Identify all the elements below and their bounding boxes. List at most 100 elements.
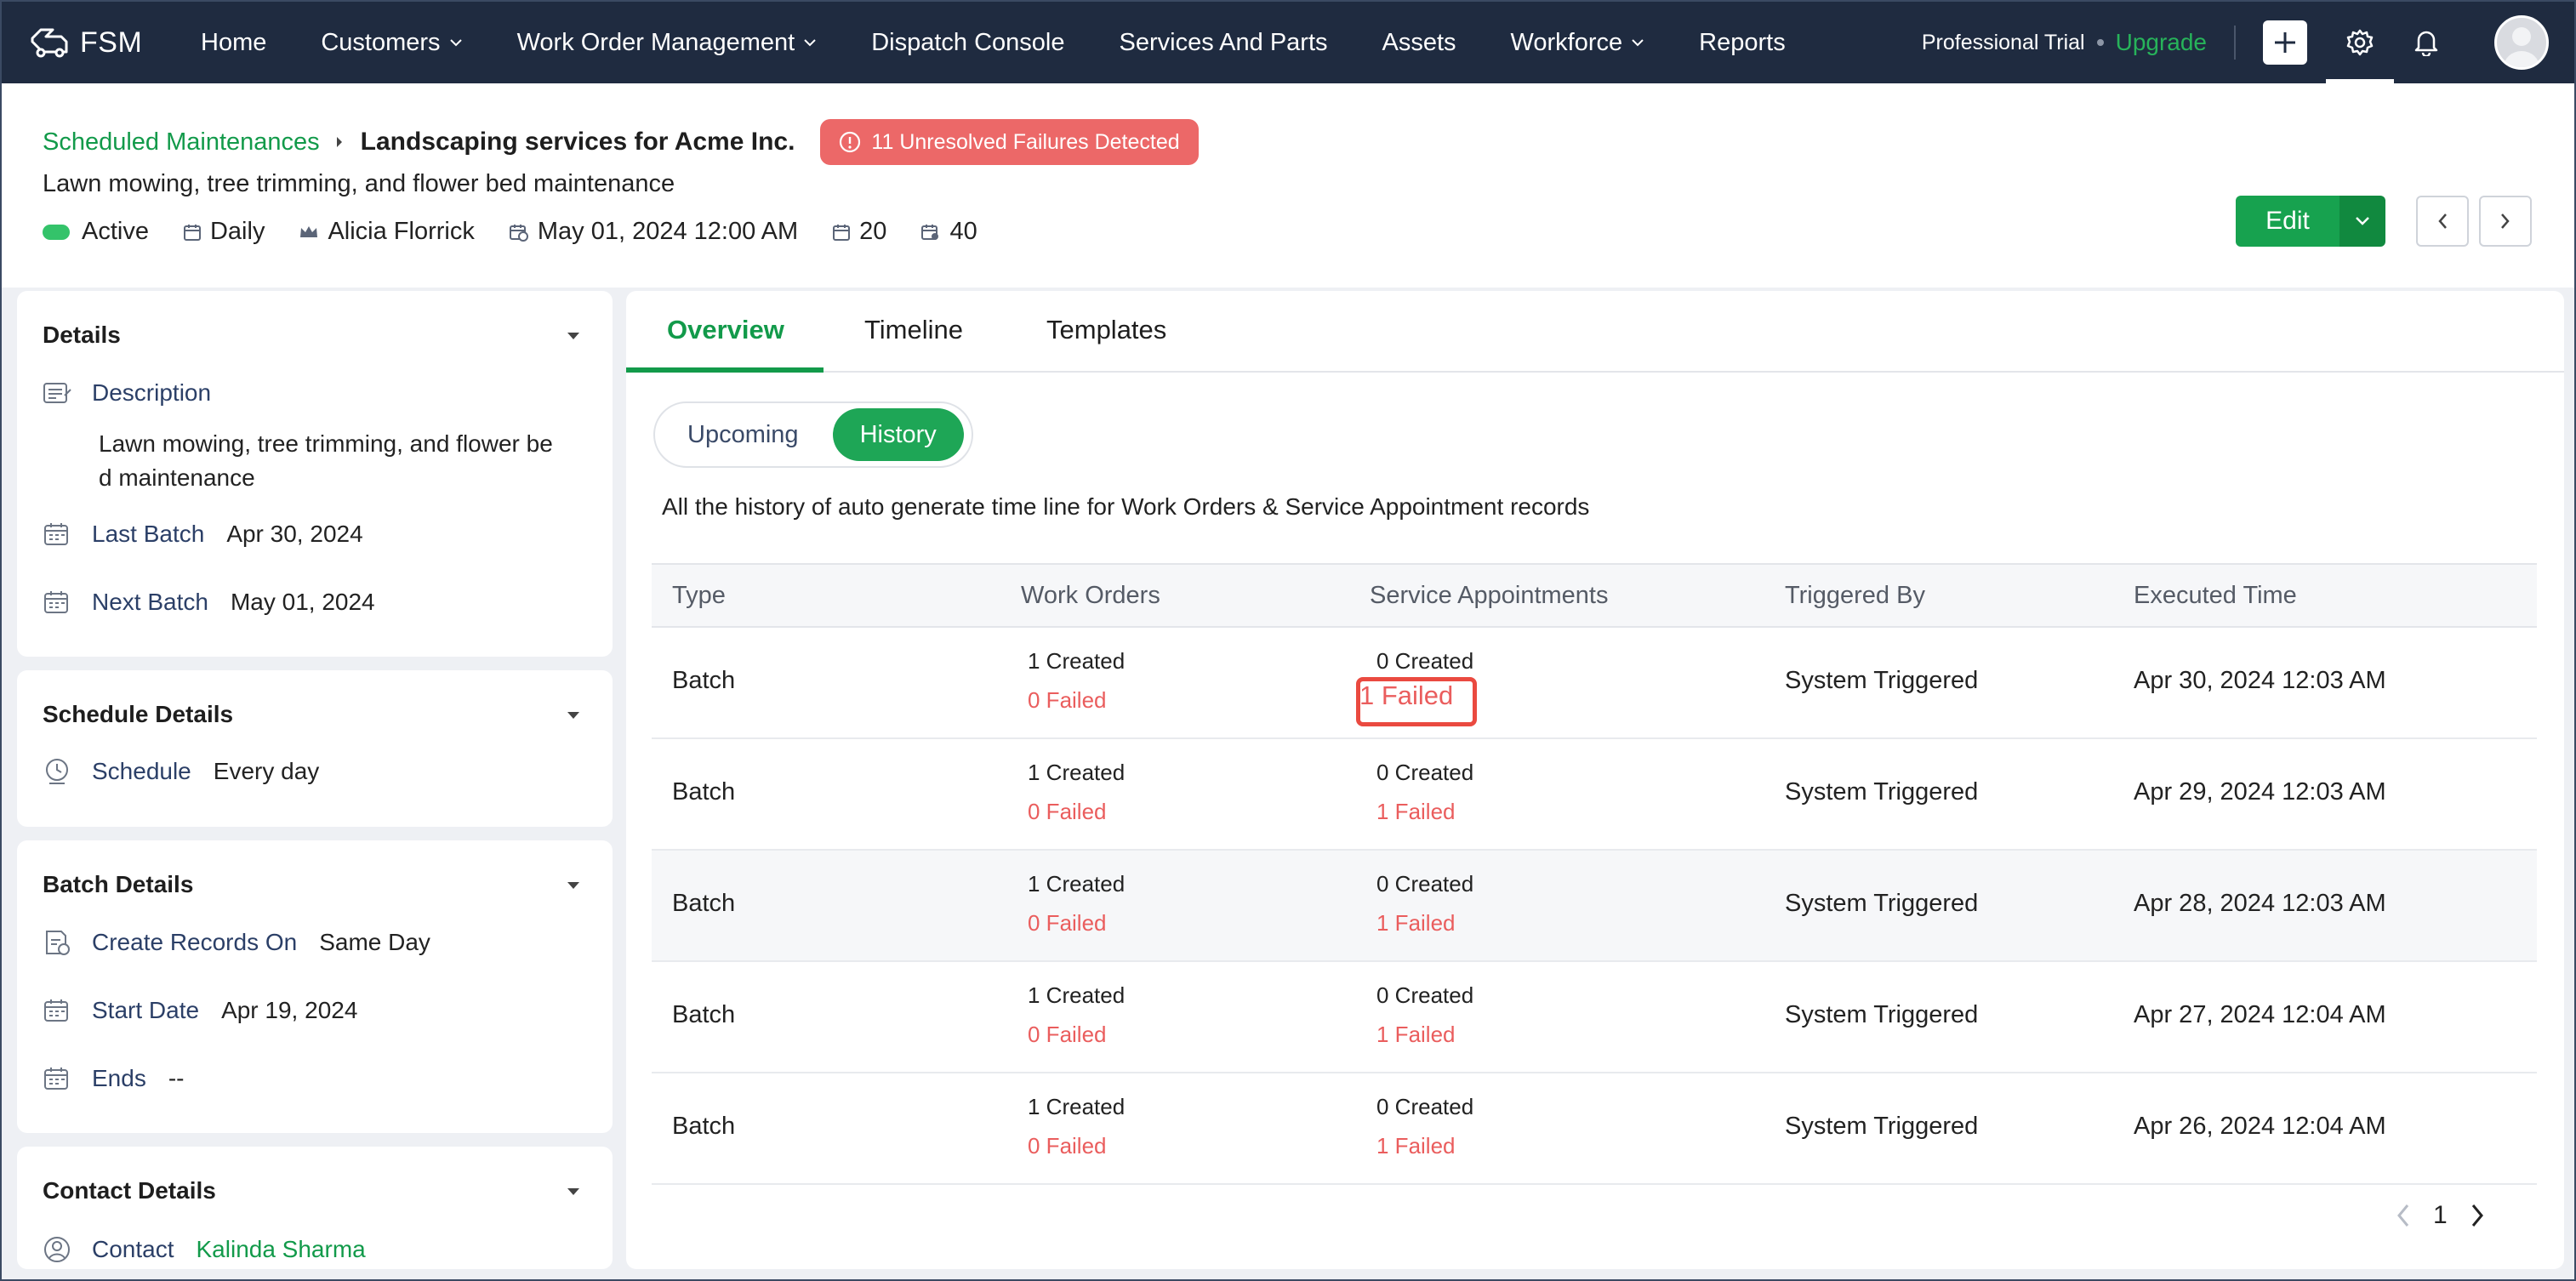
record-title: Landscaping services for Acme Inc. [360, 128, 795, 156]
work-orders-failed[interactable]: 0 Failed [1028, 799, 1107, 825]
work-orders-failed[interactable]: 0 Failed [1028, 687, 1107, 714]
service-appointments-failed[interactable]: 1 Failed [1376, 1133, 1456, 1159]
table-row[interactable]: Batch 1 Created 0 Failed 0 Created 1 Fai… [652, 628, 2537, 739]
collapse-caret-icon[interactable] [567, 881, 580, 890]
nav-assets[interactable]: Assets [1382, 29, 1456, 57]
collapse-caret-icon[interactable] [567, 711, 580, 720]
contact-value-link[interactable]: Kalinda Sharma [197, 1236, 366, 1263]
history-toggle: Upcoming History [653, 401, 973, 468]
description-value: Lawn mowing, tree trimming, and flower b… [99, 430, 553, 491]
record-header: Scheduled Maintenances Landscaping servi… [2, 83, 2574, 288]
frequency-text: Daily [209, 218, 265, 245]
user-circle-icon [44, 1237, 70, 1262]
ends-field: Ends -- [43, 1065, 184, 1092]
edit-button-group: Edit [2236, 196, 2385, 247]
work-orders-failed[interactable]: 0 Failed [1028, 1022, 1107, 1048]
table-row[interactable]: Batch 1 Created 0 Failed 0 Created 1 Fai… [652, 1073, 2537, 1185]
history-description: All the history of auto generate time li… [662, 493, 1590, 520]
table-row[interactable]: Batch 1 Created 0 Failed 0 Created 1 Fai… [652, 851, 2537, 962]
table-row[interactable]: Batch 1 Created 0 Failed 0 Created 1 Fai… [652, 962, 2537, 1073]
start-date-label: Start Date [92, 997, 200, 1023]
nav-services-and-parts[interactable]: Services And Parts [1120, 29, 1328, 57]
breadcrumb-scheduled-maintenances[interactable]: Scheduled Maintenances [43, 128, 320, 157]
service-appointments-failed[interactable]: 1 Failed [1376, 910, 1456, 937]
calendar-icon [44, 999, 68, 1022]
tab-timeline[interactable]: Timeline [864, 315, 963, 345]
chevron-left-icon[interactable] [2396, 1203, 2411, 1228]
settings-button[interactable] [2326, 2, 2394, 83]
executed-time: Apr 30, 2024 12:03 AM [2134, 667, 2386, 694]
service-appointments-failed[interactable]: 1 Failed [1376, 1022, 1456, 1048]
last-batch-value: Apr 30, 2024 [226, 521, 363, 547]
unresolved-failures-badge[interactable]: 11 Unresolved Failures Detected [820, 119, 1199, 165]
chevron-right-icon[interactable] [2470, 1203, 2485, 1228]
create-records-label: Create Records On [92, 929, 298, 955]
nav-work-order-management[interactable]: Work Order Management [517, 29, 818, 57]
batch-details-title: Batch Details [43, 871, 194, 897]
collapse-caret-icon[interactable] [567, 1187, 580, 1196]
work-orders-failed[interactable]: 0 Failed [1028, 910, 1107, 937]
divider [2234, 26, 2236, 60]
row-type: Batch [672, 1001, 736, 1028]
table-row[interactable]: Batch 1 Created 0 Failed 0 Created 1 Fai… [652, 739, 2537, 851]
user-avatar[interactable] [2494, 15, 2549, 70]
status-indicator [43, 224, 70, 240]
collapse-caret-icon[interactable] [567, 332, 580, 340]
executed-time: Apr 26, 2024 12:04 AM [2134, 1113, 2386, 1140]
column-executed-time: Executed Time [2134, 582, 2297, 609]
count-a-text: 20 [859, 218, 887, 245]
triggered-by: System Triggered [1785, 778, 1979, 806]
next-batch-label: Next Batch [92, 589, 208, 615]
bell-icon [2414, 31, 2438, 56]
nav-assets-label: Assets [1382, 28, 1456, 56]
work-orders-failed[interactable]: 0 Failed [1028, 1133, 1107, 1159]
contact-label: Contact [92, 1236, 174, 1262]
chevron-down-icon [2356, 217, 2369, 225]
service-appointments-failed-highlighted[interactable]: 1 Failed [1359, 680, 1453, 711]
brand-name: FSM [80, 26, 143, 59]
tab-templates[interactable]: Templates [1046, 315, 1166, 345]
count-a: 20 [832, 218, 886, 246]
work-orders-created: 1 Created [1028, 1094, 1126, 1119]
nav-dispatch-console[interactable]: Dispatch Console [871, 29, 1064, 57]
start-date-value: Apr 19, 2024 [221, 997, 358, 1023]
previous-record-button[interactable] [2416, 196, 2469, 247]
start-datetime-text: May 01, 2024 12:00 AM [537, 218, 799, 245]
upgrade-link[interactable]: Upgrade [2116, 29, 2207, 56]
next-batch-field: Next Batch May 01, 2024 [43, 589, 375, 616]
executed-time: Apr 28, 2024 12:03 AM [2134, 890, 2386, 917]
owner: Alicia Florrick [299, 218, 475, 246]
description-label: Description [92, 379, 212, 406]
column-work-orders: Work Orders [1021, 582, 1160, 609]
nav-menu: Home Customers Work Order Management Dis… [201, 29, 1840, 57]
next-record-button[interactable] [2479, 196, 2532, 247]
nav-reports-label: Reports [1699, 28, 1786, 56]
notifications-button[interactable] [2402, 19, 2450, 66]
active-tab-indicator [626, 367, 824, 373]
quick-create-button[interactable] [2263, 20, 2307, 65]
clock-icon [46, 759, 68, 784]
row-type: Batch [672, 1113, 736, 1140]
separator-dot [2096, 39, 2104, 46]
contact-field: Contact Kalinda Sharma [43, 1235, 366, 1264]
nav-workforce[interactable]: Workforce [1511, 29, 1645, 57]
triggered-by: System Triggered [1785, 1113, 1979, 1140]
service-appointments-created: 0 Created [1376, 648, 1474, 674]
status-badge: Active [43, 218, 149, 246]
edit-options-button[interactable] [2339, 196, 2385, 247]
nav-reports[interactable]: Reports [1699, 29, 1786, 57]
work-orders-created: 1 Created [1028, 982, 1126, 1008]
owner-text: Alicia Florrick [328, 218, 475, 245]
brand[interactable]: FSM [27, 26, 180, 60]
ends-label: Ends [92, 1065, 146, 1091]
triggered-by: System Triggered [1785, 667, 1979, 694]
edit-button[interactable]: Edit [2236, 196, 2339, 247]
batch-details-card: Batch Details Create Records On Same Day… [17, 840, 613, 1133]
tab-overview[interactable]: Overview [667, 315, 784, 345]
nav-customers[interactable]: Customers [321, 29, 462, 57]
service-appointments-failed[interactable]: 1 Failed [1376, 799, 1456, 825]
details-title: Details [43, 322, 121, 348]
nav-home[interactable]: Home [201, 29, 266, 57]
history-toggle-active[interactable]: History [832, 408, 964, 461]
upcoming-toggle[interactable]: Upcoming [660, 408, 826, 461]
